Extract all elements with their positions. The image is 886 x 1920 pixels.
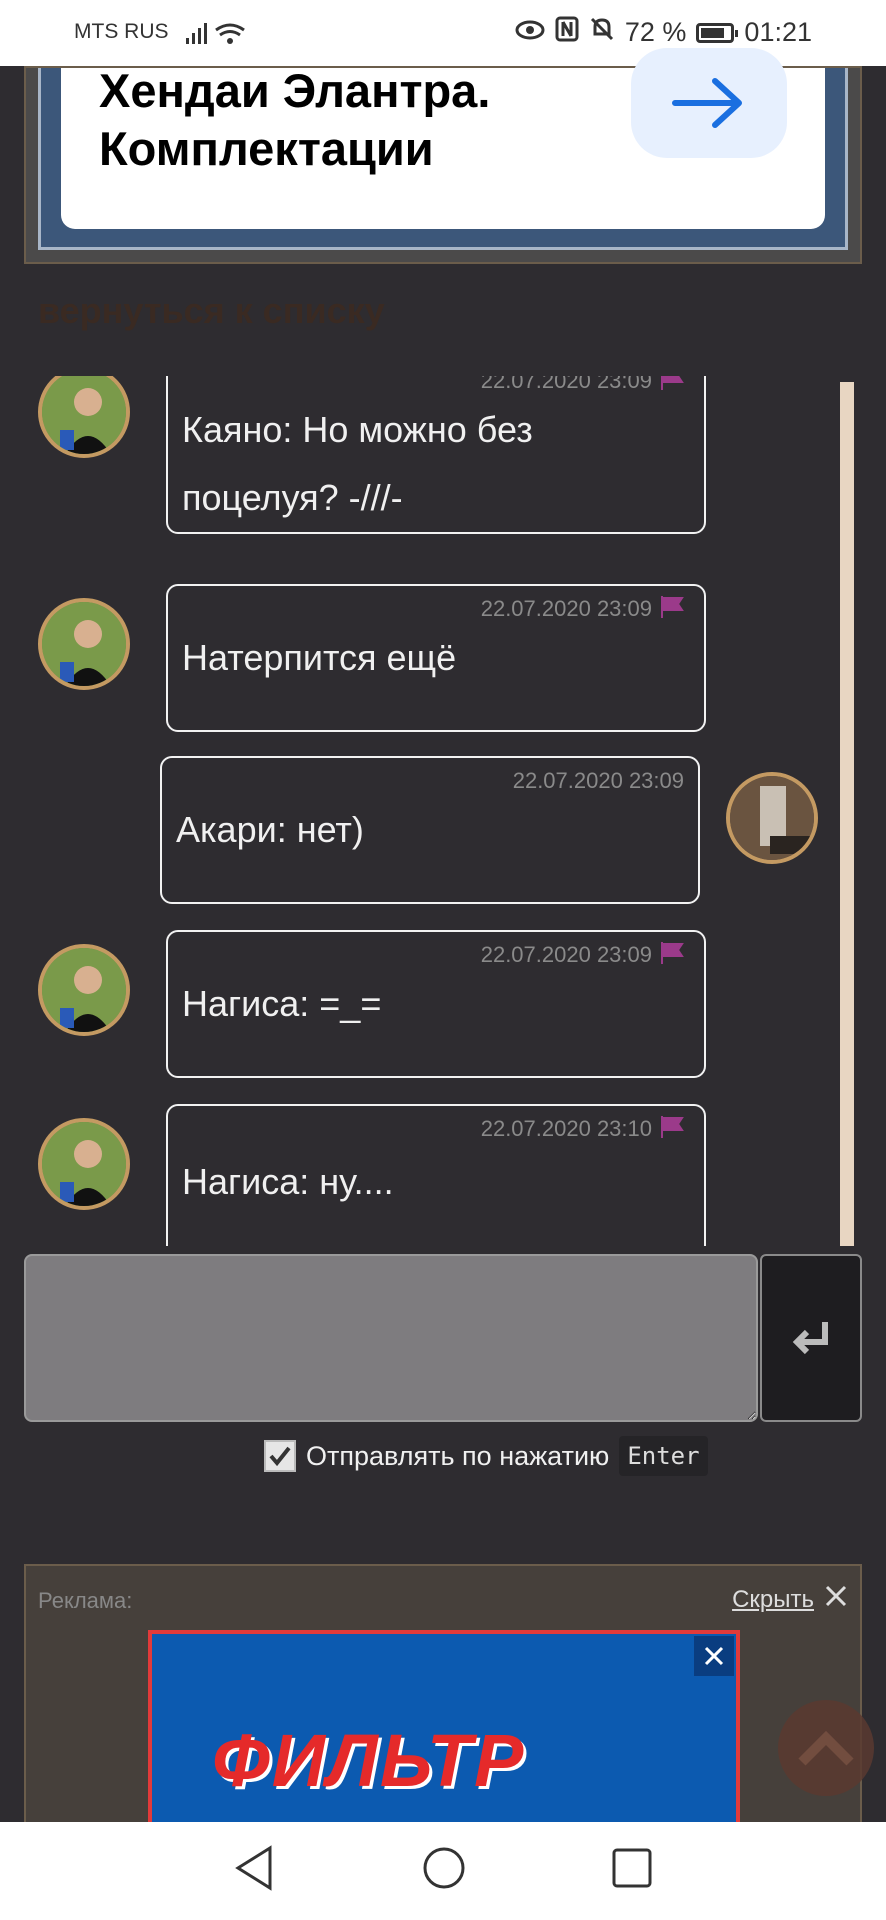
flag-icon[interactable]	[660, 596, 684, 623]
eye-icon	[515, 17, 545, 48]
message-text: Нагиса: =_=	[182, 983, 382, 1024]
ad-title: Хендаи Элантра. Комплектации	[99, 64, 491, 175]
flag-icon[interactable]	[660, 376, 684, 395]
back-to-list-link[interactable]: вернуться к списку	[38, 290, 385, 332]
flag-icon[interactable]	[660, 942, 684, 969]
flag-icon[interactable]	[660, 1116, 684, 1143]
android-nav-bar	[0, 1822, 886, 1920]
message-bubble: 22.07.2020 23:09 Натерпится ещё	[166, 584, 706, 732]
battery-percent: 72 %	[624, 17, 687, 47]
scroll-to-top-button[interactable]	[778, 1700, 874, 1796]
avatar[interactable]	[38, 1118, 130, 1210]
banner-logo: ФИЛЬТР	[212, 1719, 526, 1802]
send-on-enter-checkbox[interactable]	[264, 1440, 296, 1472]
message-time: 22.07.2020 23:09	[512, 768, 684, 793]
hide-ad-link[interactable]: Скрыть	[732, 1586, 814, 1614]
chat-messages[interactable]: 22.07.2020 23:09 Каяно: Но можно без поц…	[24, 376, 862, 1246]
message-text: Нагиса: ну....	[182, 1161, 394, 1202]
message-input[interactable]	[24, 1254, 758, 1422]
ad-arrow-button[interactable]	[631, 48, 787, 158]
recents-nav-button[interactable]	[610, 1844, 654, 1897]
avatar[interactable]	[38, 598, 130, 690]
chat-scrollbar[interactable]	[840, 382, 854, 1246]
enter-key-label: Enter	[619, 1436, 708, 1476]
top-ad[interactable]: Хендаи Элантра. Комплектации	[24, 48, 862, 264]
banner-close-button[interactable]	[694, 1636, 734, 1676]
arrow-right-icon	[672, 78, 742, 128]
carrier-name: MTS RUS	[74, 20, 169, 43]
back-nav-button[interactable]	[232, 1844, 276, 1897]
send-button[interactable]	[760, 1254, 862, 1422]
ad-banner[interactable]: ФИЛЬТР	[148, 1630, 740, 1830]
message-text: Акари: нет)	[176, 809, 364, 850]
message-bubble: 22.07.2020 23:09 Каяно: Но можно без поц…	[166, 376, 706, 534]
send-on-enter-label: Отправлять по нажатию	[306, 1440, 610, 1471]
avatar-own[interactable]	[726, 772, 818, 864]
mute-bell-icon	[589, 16, 615, 49]
message-time: 22.07.2020 23:09	[480, 376, 652, 393]
enter-icon	[792, 1322, 828, 1355]
close-icon	[704, 1646, 724, 1666]
message-text: Натерпится ещё	[182, 637, 457, 678]
checkmark-icon	[269, 1446, 291, 1467]
message-text: Каяно: Но можно без поцелуя? -///-	[182, 409, 533, 518]
avatar[interactable]	[38, 376, 130, 458]
message-bubble: 22.07.2020 23:10 Нагиса: ну....	[166, 1104, 706, 1246]
bottom-ad: Реклама: Скрыть ФИЛЬТР	[24, 1564, 862, 1830]
signal-wifi-icons	[186, 20, 246, 51]
chevron-up-icon	[798, 1730, 854, 1766]
message-bubble-own: 22.07.2020 23:09 Акари: нет)	[160, 756, 700, 904]
battery-icon	[696, 22, 739, 43]
close-icon[interactable]	[824, 1584, 848, 1613]
clock: 01:21	[744, 17, 812, 47]
nfc-icon	[555, 16, 579, 49]
message-time: 22.07.2020 23:10	[480, 1116, 652, 1141]
message-time: 22.07.2020 23:09	[480, 596, 652, 621]
message-bubble: 22.07.2020 23:09 Нагиса: =_=	[166, 930, 706, 1078]
avatar[interactable]	[38, 944, 130, 1036]
ad-card[interactable]: Хендаи Элантра. Комплектации	[61, 48, 825, 229]
send-on-enter-option[interactable]: Отправлять по нажатию Enter	[264, 1436, 708, 1476]
home-nav-button[interactable]	[420, 1844, 468, 1897]
message-time: 22.07.2020 23:09	[480, 942, 652, 967]
ad-label: Реклама:	[38, 1588, 133, 1613]
